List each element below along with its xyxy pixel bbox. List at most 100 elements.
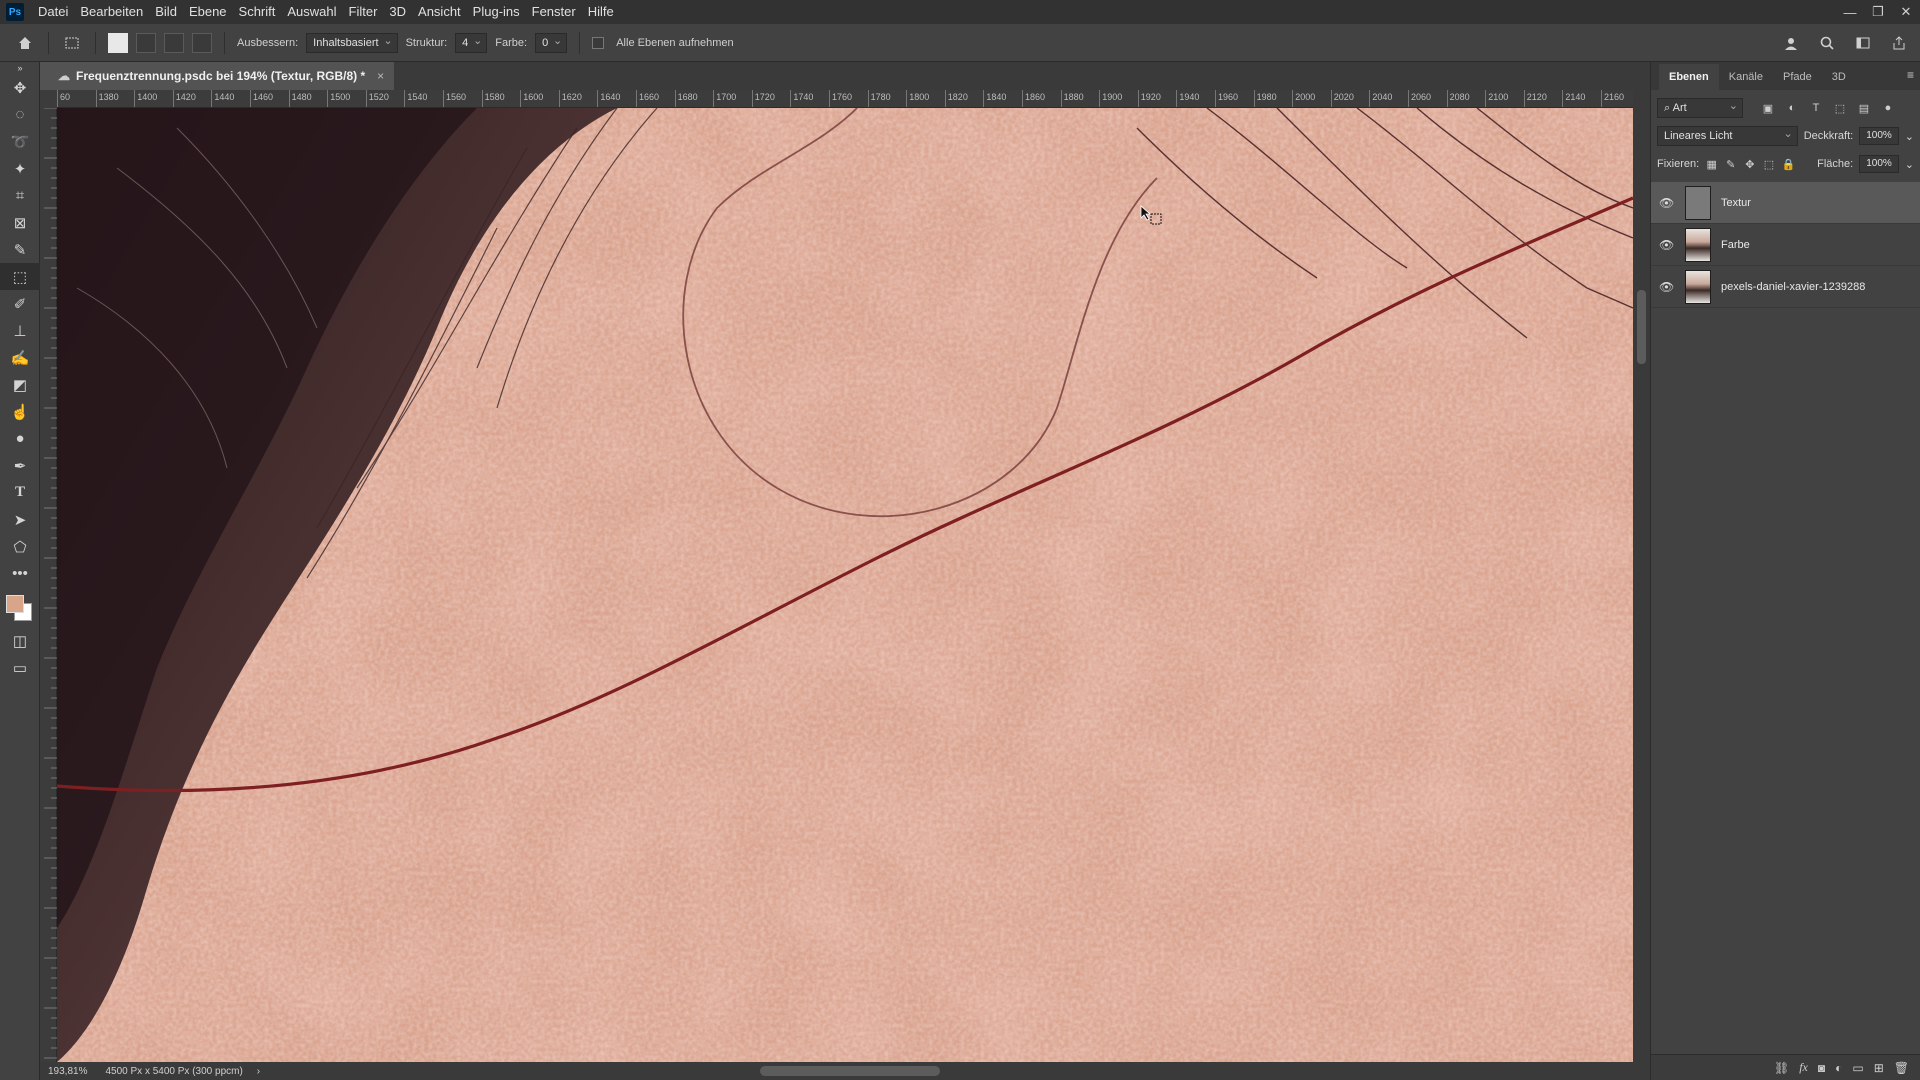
frame-tool-icon[interactable]: ⊠ bbox=[0, 209, 40, 236]
menu-ebene[interactable]: Ebene bbox=[183, 0, 233, 24]
patch-tool-icon[interactable]: ⬚ bbox=[0, 263, 40, 290]
lock-label: Fixieren: bbox=[1657, 158, 1700, 170]
lasso-tool-icon[interactable]: ➰ bbox=[0, 128, 40, 155]
search-icon[interactable] bbox=[1816, 32, 1838, 54]
tab-kanaele[interactable]: Kanäle bbox=[1719, 64, 1773, 90]
shape-tool-icon[interactable]: ⬠ bbox=[0, 533, 40, 560]
crop-tool-icon[interactable]: ⌗ bbox=[0, 182, 40, 209]
brush-tool-icon[interactable]: ✐ bbox=[0, 290, 40, 317]
layer-row-textur[interactable]: 👁 Textur bbox=[1651, 182, 1920, 224]
screen-mode-icon[interactable]: ▭ bbox=[0, 654, 40, 681]
new-group-icon[interactable]: ▭ bbox=[1852, 1061, 1863, 1075]
new-selection-button[interactable] bbox=[108, 32, 128, 53]
layer-row-pexels[interactable]: 👁 pexels-daniel-xavier-1239288 bbox=[1651, 266, 1920, 308]
close-window-button[interactable]: ✕ bbox=[1892, 0, 1920, 24]
document-tab[interactable]: ☁ Frequenztrennung.psdc bei 194% (Textur… bbox=[48, 62, 395, 90]
dodge-tool-icon[interactable]: ● bbox=[0, 425, 40, 452]
menu-plugins[interactable]: Plug-ins bbox=[467, 0, 526, 24]
lock-position-icon[interactable]: ✥ bbox=[1743, 155, 1756, 173]
vertical-ruler[interactable] bbox=[40, 107, 57, 1062]
menu-auswahl[interactable]: Auswahl bbox=[281, 0, 342, 24]
vertical-scrollbar[interactable] bbox=[1633, 90, 1650, 1062]
minimize-button[interactable]: — bbox=[1836, 0, 1864, 24]
menu-filter[interactable]: Filter bbox=[343, 0, 384, 24]
restore-button[interactable]: ❐ bbox=[1864, 0, 1892, 24]
farbe-select[interactable]: 0 bbox=[535, 32, 568, 53]
link-layers-icon[interactable]: ⛓ bbox=[1774, 1061, 1789, 1075]
visibility-eye-icon[interactable]: 👁 bbox=[1659, 238, 1675, 252]
adjustment-layer-icon[interactable]: ◐ bbox=[1835, 1061, 1842, 1075]
type-tool-icon[interactable]: T bbox=[0, 479, 40, 506]
add-mask-icon[interactable]: ◙ bbox=[1818, 1061, 1825, 1075]
share-icon[interactable] bbox=[1888, 32, 1910, 54]
magic-wand-tool-icon[interactable]: ✦ bbox=[0, 155, 40, 182]
opacity-dropdown-icon[interactable]: ⌄ bbox=[1905, 130, 1914, 143]
menu-hilfe[interactable]: Hilfe bbox=[582, 0, 620, 24]
menu-datei[interactable]: Datei bbox=[32, 0, 74, 24]
tab-pfade[interactable]: Pfade bbox=[1773, 64, 1822, 90]
menu-fenster[interactable]: Fenster bbox=[526, 0, 582, 24]
home-icon[interactable] bbox=[14, 32, 36, 54]
filter-type-icon[interactable]: T bbox=[1807, 99, 1825, 117]
eraser-tool-icon[interactable]: ◩ bbox=[0, 371, 40, 398]
pen-tool-icon[interactable]: ✒ bbox=[0, 452, 40, 479]
horizontal-ruler[interactable]: 60 1380 1400 1420 1440 1460 1480 1500 1520 1540 15… bbox=[57, 90, 1633, 108]
color-swatches[interactable] bbox=[0, 587, 40, 627]
menu-3d[interactable]: 3D bbox=[383, 0, 412, 24]
more-tools-icon[interactable]: ••• bbox=[0, 560, 40, 587]
visibility-eye-icon[interactable]: 👁 bbox=[1659, 196, 1675, 210]
workspace-icon[interactable] bbox=[1852, 32, 1874, 54]
fill-input[interactable]: 100% bbox=[1859, 155, 1899, 173]
visibility-eye-icon[interactable]: 👁 bbox=[1659, 280, 1675, 294]
filter-pixel-icon[interactable]: ▣ bbox=[1759, 99, 1777, 117]
close-tab-button[interactable]: × bbox=[377, 69, 384, 83]
lock-pixels-icon[interactable]: ✎ bbox=[1724, 155, 1737, 173]
eyedropper-tool-icon[interactable]: ✎ bbox=[0, 236, 40, 263]
layer-filter-select[interactable]: ⌕ Art bbox=[1657, 97, 1743, 118]
ruler-tick-label: 60 bbox=[57, 90, 70, 107]
marquee-tool-icon[interactable]: ◌ bbox=[0, 101, 40, 128]
zoom-level[interactable]: 193,81% bbox=[48, 1066, 87, 1077]
menu-bild[interactable]: Bild bbox=[149, 0, 183, 24]
status-arrow-icon[interactable]: › bbox=[257, 1066, 260, 1077]
quick-mask-icon[interactable]: ◫ bbox=[0, 627, 40, 654]
foreground-color-swatch[interactable] bbox=[6, 595, 24, 613]
collapse-toolbar-icon[interactable]: » bbox=[0, 62, 40, 74]
tab-3d[interactable]: 3D bbox=[1822, 64, 1856, 90]
filter-shape-icon[interactable]: ⬚ bbox=[1831, 99, 1849, 117]
delete-layer-icon[interactable]: 🗑 bbox=[1894, 1061, 1909, 1075]
fill-dropdown-icon[interactable]: ⌄ bbox=[1905, 158, 1914, 171]
image-canvas[interactable] bbox=[57, 108, 1633, 1062]
horizontal-scroll-thumb[interactable] bbox=[760, 1066, 940, 1076]
patch-tool-preset-icon[interactable] bbox=[61, 32, 83, 54]
menu-bearbeiten[interactable]: Bearbeiten bbox=[74, 0, 149, 24]
vertical-scroll-thumb[interactable] bbox=[1637, 290, 1646, 364]
path-selection-tool-icon[interactable]: ➤ bbox=[0, 506, 40, 533]
ausbessern-select[interactable]: Inhaltsbasiert bbox=[306, 32, 398, 53]
opacity-input[interactable]: 100% bbox=[1859, 127, 1899, 145]
new-layer-icon[interactable]: ⊞ bbox=[1874, 1061, 1884, 1075]
struktur-select[interactable]: 4 bbox=[455, 32, 488, 53]
subtract-selection-button[interactable] bbox=[164, 32, 184, 53]
smudge-tool-icon[interactable]: ☝ bbox=[0, 398, 40, 425]
filter-smart-object-icon[interactable]: ▤ bbox=[1855, 99, 1873, 117]
move-tool-icon[interactable]: ✥ bbox=[0, 74, 40, 101]
add-selection-button[interactable] bbox=[136, 32, 156, 53]
profile-icon[interactable] bbox=[1780, 32, 1802, 54]
filter-toggle-icon[interactable]: ● bbox=[1879, 99, 1897, 117]
menu-schrift[interactable]: Schrift bbox=[233, 0, 282, 24]
lock-all-icon[interactable]: 🔒 bbox=[1781, 155, 1795, 173]
history-brush-tool-icon[interactable]: ✍ bbox=[0, 344, 40, 371]
tab-ebenen[interactable]: Ebenen bbox=[1659, 64, 1719, 90]
lock-transparent-icon[interactable]: ▦ bbox=[1705, 155, 1718, 173]
menu-ansicht[interactable]: Ansicht bbox=[412, 0, 467, 24]
layer-row-farbe[interactable]: 👁 Farbe bbox=[1651, 224, 1920, 266]
intersect-selection-button[interactable] bbox=[192, 32, 212, 53]
blend-mode-select[interactable]: Lineares Licht bbox=[1657, 125, 1798, 146]
stamp-tool-icon[interactable]: ⊥ bbox=[0, 317, 40, 344]
sample-all-layers-checkbox[interactable] bbox=[592, 36, 605, 49]
layer-style-icon[interactable]: fx bbox=[1799, 1060, 1808, 1075]
lock-artboard-icon[interactable]: ⬚ bbox=[1762, 155, 1775, 173]
panel-menu-icon[interactable]: ≡ bbox=[1907, 68, 1914, 82]
filter-adjustment-icon[interactable]: ◐ bbox=[1783, 99, 1801, 117]
